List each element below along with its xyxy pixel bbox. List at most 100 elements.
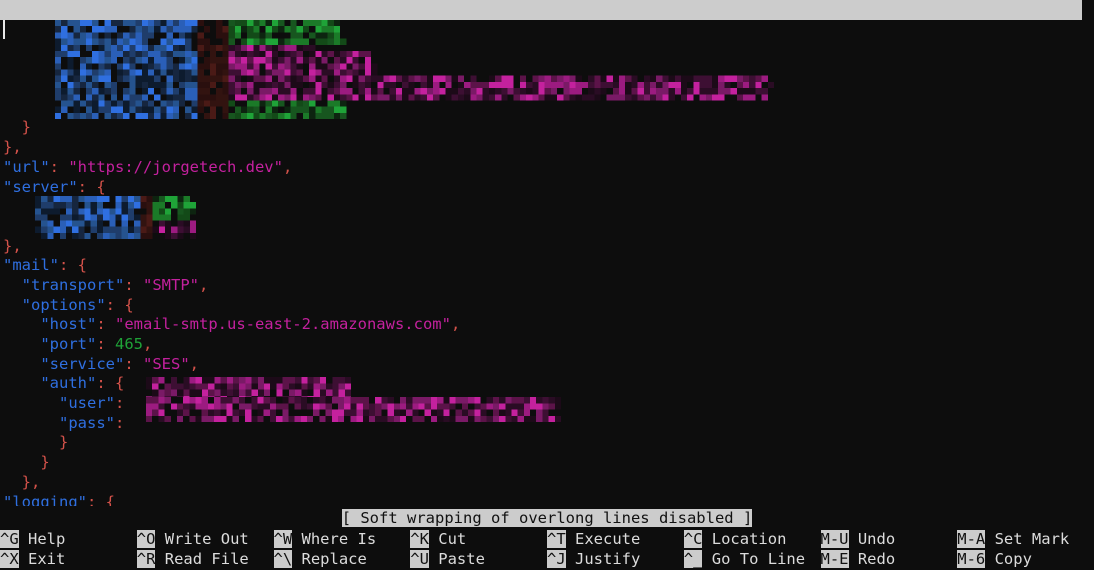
editor-line-url[interactable]: "url": "https://jorgetech.dev", [0, 158, 1094, 178]
editor-line[interactable] [0, 197, 1094, 217]
json-brace-open: { [124, 295, 134, 314]
shortcut-key: ^\ [273, 549, 293, 568]
editor-line-server[interactable]: "server": { [0, 178, 1094, 198]
json-brace-open: { [105, 492, 116, 507]
shortcut-label: Exit [18, 549, 66, 568]
json-punct: }, [3, 138, 22, 157]
shortcut-write-out[interactable]: ^O Write Out [136, 530, 249, 550]
json-value-service: "SES" [143, 354, 190, 373]
editor-line[interactable] [0, 59, 1094, 79]
shortcut-label: Copy [985, 549, 1032, 568]
json-key-transport: "transport" [21, 275, 125, 294]
json-brace-close: } [3, 453, 50, 472]
json-sep: : [96, 315, 115, 334]
shortcut-location[interactable]: ^C Location [683, 530, 787, 550]
json-key-auth: "auth" [40, 374, 97, 393]
editor-line-logging[interactable]: "logging": { [0, 493, 1094, 507]
json-key-host: "host" [40, 315, 97, 334]
shortcut-label: Paste [428, 549, 485, 568]
shortcut-label: Execute [565, 530, 641, 548]
shortcut-where-is[interactable]: ^W Where Is [273, 530, 377, 550]
shortcut-justify[interactable]: ^J Justify [547, 549, 641, 570]
json-comma: , [143, 335, 153, 353]
shortcut-key: ^U [410, 549, 429, 568]
editor-line[interactable] [0, 217, 1094, 237]
shortcut-label: Go To Line [702, 549, 806, 568]
editor-line-user[interactable]: "user": [0, 394, 1094, 414]
shortcut-exit[interactable]: ^X Exit [0, 549, 66, 570]
json-key-options: "options" [21, 295, 106, 314]
json-sep: : [96, 374, 115, 393]
shortcut-label: Cut [428, 530, 467, 548]
editor-line-port[interactable]: "port": 465, [0, 335, 1094, 355]
editor-line[interactable]: }, [0, 473, 1094, 493]
json-key-server: "server" [3, 177, 78, 196]
shortcut-key: ^J [547, 549, 566, 568]
json-brace-close: } [3, 433, 69, 452]
shortcut-set-mark[interactable]: M-A Set Mark [957, 530, 1070, 550]
editor-line-options[interactable]: "options": { [0, 296, 1094, 316]
json-brace-open: { [115, 374, 125, 393]
shortcut-copy[interactable]: M-6 Copy [957, 549, 1032, 570]
shortcut-bar: ^G Help ^O Write Out ^W Where Is ^K Cut ^T E… [0, 530, 1094, 570]
json-sep: : [59, 256, 78, 275]
shortcut-key: M-U [820, 530, 849, 548]
editor-line-host[interactable]: "host": "email-smtp.us-east-2.amazonaws.… [0, 315, 1094, 335]
shortcut-label: Where Is [292, 530, 377, 548]
shortcut-help[interactable]: ^G Help [0, 530, 66, 550]
shortcut-read-file[interactable]: ^R Read File [136, 549, 249, 570]
editor-line[interactable]: } [0, 118, 1094, 138]
shortcut-key: ^W [273, 530, 293, 548]
json-value-port: 465 [115, 335, 143, 353]
shortcut-key: M-E [820, 549, 849, 568]
json-brace-close: }, [3, 472, 41, 491]
shortcut-redo[interactable]: M-E Redo [820, 549, 896, 570]
shortcut-key: ^R [136, 549, 156, 568]
json-value-url: "https://jorgetech.dev" [68, 157, 283, 176]
shortcut-undo[interactable]: M-U Undo [820, 530, 896, 550]
editor-line-mail[interactable]: "mail": { [0, 256, 1094, 276]
shortcut-row-1: ^G Help ^O Write Out ^W Where Is ^K Cut ^T E… [0, 530, 1094, 550]
editor-line[interactable] [0, 99, 1094, 119]
editor-line-service[interactable]: "service": "SES", [0, 355, 1094, 375]
shortcut-key: ^C [683, 530, 703, 548]
titlebar: GNU nano 5.4 /opt/bitnami/ghost/config.p… [0, 0, 1082, 20]
json-comma: , [282, 157, 293, 176]
json-punct: } [3, 118, 31, 137]
shortcut-key: ^G [0, 530, 19, 548]
shortcut-label: Write Out [155, 530, 249, 548]
shortcut-label: Location [702, 530, 787, 548]
json-sep: : [124, 275, 143, 294]
shortcut-go-to-line[interactable]: ^_ Go To Line [683, 549, 806, 570]
editor-line-pass[interactable]: "pass": [0, 414, 1094, 434]
json-sep: : [77, 177, 97, 196]
shortcut-execute[interactable]: ^T Execute [547, 530, 641, 550]
editor-line[interactable] [0, 40, 1094, 60]
json-key-mail: "mail" [3, 256, 59, 275]
editor-line[interactable]: } [0, 433, 1094, 453]
shortcut-key: M-A [957, 530, 986, 548]
shortcut-label: Read File [155, 549, 249, 568]
editor-line-auth[interactable]: "auth": { [0, 374, 1094, 394]
json-sep: : [49, 157, 69, 176]
json-key-user: "user" [59, 394, 115, 413]
json-sep: : [115, 394, 134, 413]
shortcut-key: ^O [136, 530, 156, 548]
editor-text-area[interactable]: } }, "url": "https://jorgetech.dev", "se… [0, 20, 1094, 506]
shortcut-paste[interactable]: ^U Paste [410, 549, 485, 570]
shortcut-replace[interactable]: ^\ Replace [273, 549, 367, 570]
editor-line[interactable] [0, 79, 1094, 99]
shortcut-key: ^_ [683, 549, 703, 568]
editor-line[interactable]: }, [0, 237, 1094, 257]
editor-line[interactable]: }, [0, 138, 1094, 158]
editor-line-transport[interactable]: "transport": "SMTP", [0, 276, 1094, 296]
json-comma: , [189, 354, 200, 373]
json-sep: : [96, 335, 115, 353]
json-value-transport: "SMTP" [143, 275, 199, 294]
shortcut-label: Justify [565, 549, 641, 568]
editor-line[interactable] [0, 20, 1094, 40]
json-sep: : [105, 295, 125, 314]
editor-line[interactable]: } [0, 453, 1094, 473]
shortcut-cut[interactable]: ^K Cut [410, 530, 467, 550]
shortcut-label: Redo [848, 549, 896, 568]
